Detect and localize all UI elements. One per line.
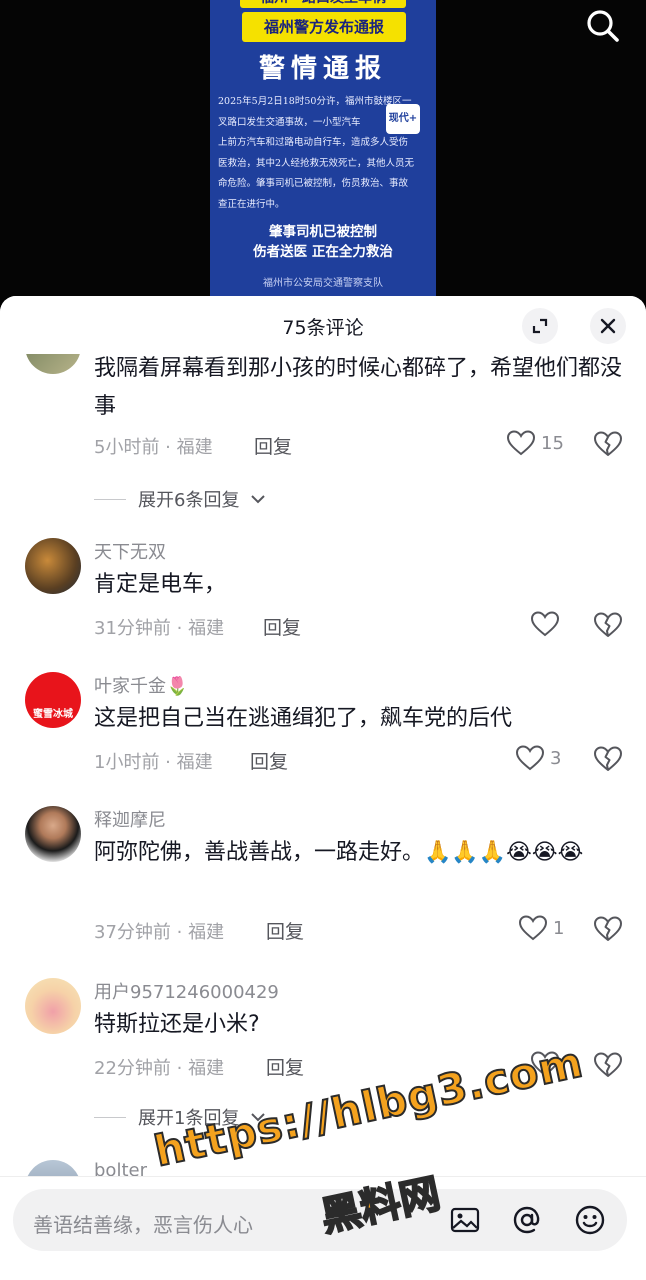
like-count: 3 — [550, 747, 562, 769]
avatar[interactable] — [25, 538, 81, 594]
fullscreen-button[interactable] — [522, 308, 558, 344]
police-notice-poster: 福州一路口发生车祸 福州警方发布通报 警情通报 2025年5月2日18时50分许… — [210, 0, 436, 300]
poster-body-line: 命危险。肇事司机已被控制，伤员救治、事故 — [218, 178, 409, 189]
poster-body-line: 查正在进行中。 — [218, 198, 285, 210]
poster-footer: 福州市公安局交通警察支队 — [263, 278, 383, 289]
expand-replies[interactable]: 展开6条回复 — [94, 486, 266, 512]
heart-icon — [519, 915, 547, 941]
divider — [94, 498, 126, 500]
heart-icon — [507, 430, 535, 456]
comment-meta: 37分钟前 · 福建 — [94, 922, 225, 943]
comment-username[interactable]: 天下无双 — [94, 538, 166, 564]
like-count: 15 — [541, 432, 564, 454]
comment-meta: 22分钟前 · 福建 — [94, 1058, 225, 1079]
comment-meta: 5小时前 · 福建 — [94, 437, 213, 458]
divider — [94, 1116, 126, 1118]
avatar[interactable] — [25, 1160, 81, 1176]
heart-icon — [516, 745, 544, 771]
broken-heart-icon[interactable] — [594, 745, 622, 773]
like-button[interactable]: 1 — [519, 915, 564, 941]
reply-button[interactable]: 回复 — [250, 747, 288, 774]
reply-button[interactable]: 回复 — [254, 432, 292, 459]
avatar[interactable]: 蜜雪冰城 — [25, 672, 81, 728]
comment-meta: 31分钟前 · 福建 — [94, 618, 225, 639]
reply-button[interactable]: 回复 — [266, 1053, 304, 1080]
comment-text: 这是把自己当在逃通缉犯了，飙车党的后代 — [94, 706, 513, 731]
like-count: 1 — [553, 917, 565, 939]
reply-button[interactable]: 回复 — [266, 917, 304, 944]
like-button[interactable]: 3 — [516, 745, 561, 771]
comment-sheet-header: 75条评论 — [0, 296, 646, 354]
search-icon — [587, 10, 619, 42]
poster-headline: 福州警方发布通报 — [242, 12, 406, 42]
emoji-icon[interactable] — [574, 1204, 606, 1236]
broken-heart-icon[interactable] — [594, 915, 622, 943]
broken-heart-icon[interactable] — [594, 611, 622, 639]
chevron-down-icon — [251, 495, 266, 504]
expand-icon — [532, 318, 548, 334]
like-button[interactable]: 15 — [507, 430, 564, 456]
expand-replies-label: 展开6条回复 — [138, 490, 240, 511]
reply-button[interactable]: 回复 — [263, 613, 301, 640]
poster-body-line: 上前方汽车和过路电动自行车，造成多人受伤 — [218, 137, 409, 148]
close-icon — [600, 318, 616, 334]
comment-username[interactable]: 释迦摩尼 — [94, 806, 166, 832]
like-button[interactable] — [531, 611, 559, 637]
avatar[interactable] — [25, 978, 81, 1034]
broken-heart-icon[interactable] — [594, 430, 622, 458]
comment-input-placeholder: 善语结善缘，恶言伤人心 — [33, 1213, 253, 1237]
comment-meta: 1小时前 · 福建 — [94, 752, 213, 773]
avatar-brand-text: 蜜雪冰城 — [33, 709, 73, 720]
comment-username[interactable]: 用户9571246000429 — [94, 978, 279, 1004]
poster-summary: 肇事司机已被控制 伤者送医 正在全力救治 — [210, 222, 436, 262]
comment-username[interactable]: 叶家千金🌷 — [94, 672, 188, 698]
comment-text: 我隔着屏幕看到那小孩的时候心都碎了，希望他们都没事 — [94, 356, 623, 419]
broken-heart-icon[interactable] — [594, 1051, 622, 1079]
video-player[interactable]: 福州一路口发生车祸 福州警方发布通报 警情通报 2025年5月2日18时50分许… — [0, 0, 646, 300]
comment-text: 特斯拉还是小米? — [94, 1012, 260, 1037]
comment-text: 阿弥陀佛，善战善战，一路走好。🙏🙏🙏😭😭😭 — [94, 840, 584, 865]
comment-text: 肯定是电车， — [94, 572, 227, 597]
comment-username[interactable]: bolter — [94, 1160, 147, 1176]
mention-icon[interactable] — [511, 1204, 543, 1236]
close-button[interactable] — [590, 308, 626, 344]
poster-summary-line: 肇事司机已被控制 — [269, 224, 377, 240]
image-icon[interactable] — [449, 1204, 481, 1236]
poster-stamp: 现代+ — [386, 104, 420, 134]
poster-body-line: 医救治，其中2人经抢救无效死亡，其他人员无 — [218, 157, 415, 169]
poster-title: 警情通报 — [258, 54, 387, 84]
poster-headline-top: 福州一路口发生车祸 — [240, 0, 406, 8]
heart-icon — [531, 611, 559, 637]
poster-summary-line: 伤者送医 正在全力救治 — [253, 244, 393, 260]
avatar[interactable] — [25, 806, 81, 862]
search-button[interactable] — [583, 6, 623, 46]
